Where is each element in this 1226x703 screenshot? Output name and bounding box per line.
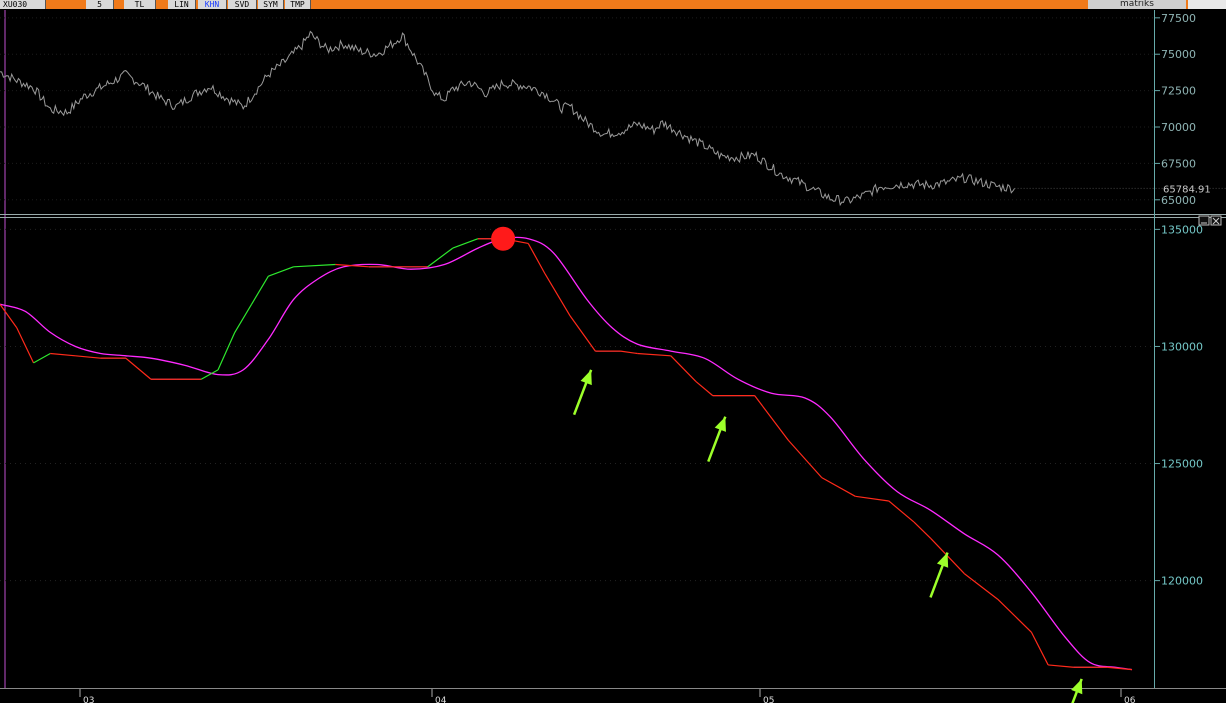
signal-arrow-icon: [572, 369, 593, 416]
fast-series-segment: [234, 303, 253, 333]
fast-series-segment: [50, 352, 76, 357]
peak-marker: [491, 226, 516, 251]
fast-series-segment: [544, 273, 571, 317]
price-tick-label: 67500: [1161, 157, 1196, 170]
fast-series-segment: [293, 263, 336, 268]
last-price-label: 65784.91: [1163, 184, 1211, 195]
price-tick-label: 70000: [1161, 121, 1196, 134]
fast-series-segment: [33, 352, 51, 364]
fast-series-segment: [1048, 664, 1074, 668]
fast-series-segment: [75, 355, 101, 359]
fast-series-segment: [620, 350, 638, 355]
date-label: 06: [1124, 696, 1136, 703]
fast-series-segment: [427, 247, 454, 268]
fast-series-segment: [637, 352, 671, 357]
price-tick-label: 77500: [1161, 12, 1196, 25]
indicator-panel: 135000 130000 125000 120000: [0, 223, 1203, 703]
fast-series-segment: [855, 495, 889, 502]
fast-series-segment: [251, 275, 269, 305]
fast-series-segment: [569, 315, 596, 352]
fast-series-segment: [125, 357, 152, 380]
fast-series-segment: [217, 332, 236, 371]
fast-series-segment: [913, 521, 932, 539]
fast-series-segment: [695, 381, 714, 397]
price-series-line: [0, 30, 1016, 207]
fast-series-segment: [527, 243, 546, 275]
date-axis: 03 04 05 06: [79, 689, 1136, 703]
indicator-tick-label: 130000: [1161, 340, 1203, 353]
fast-series-segment: [787, 439, 823, 478]
fast-series-segment: [754, 395, 789, 441]
fast-series-segment: [268, 266, 294, 277]
signal-arrow-icon: [1071, 678, 1083, 703]
chart-canvas: 77500 75000 72500 70000 67500 6500065784.91 1…: [0, 10, 1226, 703]
indicator-tick-label: 120000: [1161, 575, 1203, 588]
fast-series-segment: [821, 477, 856, 497]
fast-series-segment: [452, 238, 479, 249]
fast-series-segment: [1030, 631, 1049, 666]
price-tick-label: 75000: [1161, 48, 1196, 61]
date-label: 03: [83, 696, 94, 703]
panel-frames: [0, 10, 1226, 689]
fast-series-segment: [670, 355, 697, 382]
price-tick-label: 65000: [1161, 194, 1196, 207]
indicator-tick-label: 125000: [1161, 458, 1203, 471]
date-label: 04: [435, 696, 447, 703]
indicator-tick-label: 135000: [1161, 223, 1203, 236]
fast-series-segment: [997, 598, 1032, 633]
signal-arrow-icon: [707, 416, 727, 463]
fast-series-segment: [16, 327, 35, 364]
price-tick-label: 72500: [1161, 85, 1196, 98]
date-label: 05: [763, 696, 774, 703]
price-panel: 77500 75000 72500 70000 67500 6500065784.91: [0, 12, 1226, 207]
signal-arrow-icon: [929, 552, 949, 598]
fast-series-segment: [963, 573, 999, 600]
slow-series-line: [0, 236, 1133, 671]
fast-series-segment: [888, 500, 915, 523]
